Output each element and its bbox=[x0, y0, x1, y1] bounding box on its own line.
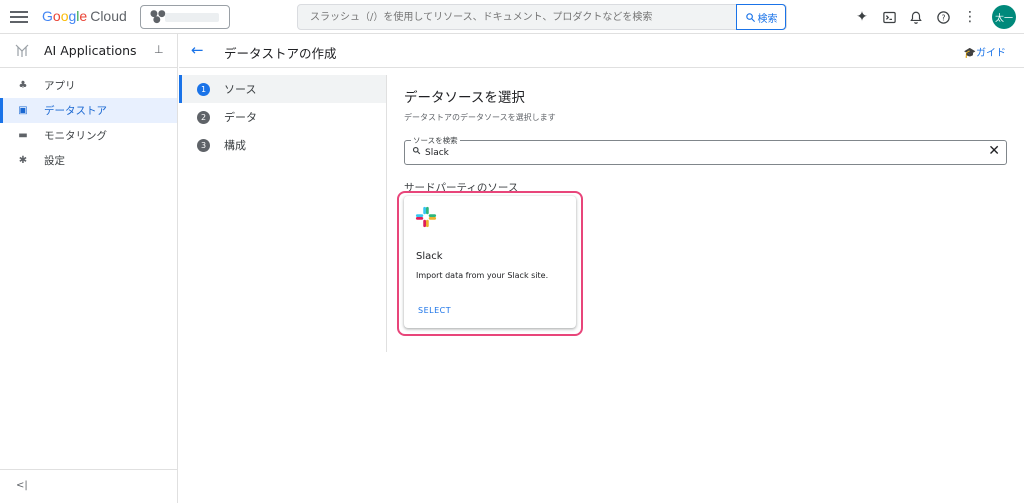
step-number: 1 bbox=[197, 82, 210, 96]
sidebar-item-monitoring[interactable]: ▬ モニタリング bbox=[0, 123, 177, 148]
avatar[interactable]: 太一 bbox=[992, 5, 1016, 29]
step-number: 2 bbox=[197, 110, 210, 124]
slack-source-card[interactable]: Slack Import data from your Slack site. … bbox=[404, 196, 576, 328]
ai-applications-icon bbox=[15, 44, 29, 57]
step-label: データ bbox=[224, 111, 257, 124]
section-subheading: データストアのデータソースを選択します bbox=[404, 113, 556, 122]
apps-icon: ♣ bbox=[18, 80, 28, 91]
source-search-input[interactable] bbox=[425, 144, 965, 162]
collapse-sidebar-icon[interactable]: <| bbox=[16, 480, 28, 491]
hamburger-menu-icon[interactable] bbox=[10, 8, 28, 26]
search-button[interactable]: 検索 bbox=[736, 4, 786, 30]
sidebar-item-settings[interactable]: ✱ 設定 bbox=[0, 148, 177, 173]
sidebar-item-label: アプリ bbox=[44, 80, 76, 92]
page-title: データストアの作成 bbox=[224, 46, 337, 61]
sidebar-item-label: 設定 bbox=[44, 155, 65, 167]
slack-logo-icon bbox=[415, 206, 437, 228]
sidebar-item-datastore[interactable]: ▣ データストア bbox=[0, 98, 177, 123]
step-label: ソース bbox=[224, 83, 257, 96]
sidebar-item-label: データストア bbox=[44, 105, 107, 117]
select-button[interactable]: SELECT bbox=[418, 306, 451, 315]
datastore-icon: ▣ bbox=[18, 105, 28, 116]
project-name-redacted bbox=[165, 13, 219, 22]
gear-icon: ✱ bbox=[18, 155, 28, 166]
gemini-sparkle-icon[interactable]: ✦ bbox=[853, 8, 871, 26]
google-cloud-logo[interactable]: Google Cloud bbox=[42, 8, 127, 24]
notifications-bell-icon[interactable] bbox=[907, 8, 925, 26]
help-icon[interactable]: ? bbox=[934, 8, 952, 26]
step-config[interactable]: 3 構成 bbox=[179, 131, 386, 159]
sidebar-header: AI Applications ⊥ bbox=[0, 34, 177, 68]
card-title: Slack bbox=[416, 251, 443, 262]
section-heading: データソースを選択 bbox=[404, 90, 525, 106]
svg-text:?: ? bbox=[941, 13, 945, 22]
project-icon: ●● ● bbox=[150, 9, 166, 25]
search-icon bbox=[412, 146, 421, 158]
product-title: AI Applications bbox=[44, 43, 137, 58]
page-header: ← データストアの作成 🎓ガイド bbox=[179, 34, 1024, 68]
sidebar-item-apps[interactable]: ♣ アプリ bbox=[0, 73, 177, 98]
source-search-field: ソースを検索 ✕ bbox=[404, 135, 1007, 165]
sidebar-collapse: <| bbox=[0, 469, 178, 503]
top-actions: ✦ ? ⋮ 太一 bbox=[853, 5, 1016, 29]
guide-link[interactable]: 🎓ガイド bbox=[964, 44, 1006, 59]
main-content: データソースを選択 データストアのデータソースを選択します ソースを検索 ✕ サ… bbox=[404, 86, 1014, 195]
step-data[interactable]: 2 データ bbox=[179, 103, 386, 131]
card-description: Import data from your Slack site. bbox=[416, 271, 549, 280]
step-source[interactable]: 1 ソース bbox=[179, 75, 386, 103]
stepper: 1 ソース 2 データ 3 構成 bbox=[179, 75, 387, 352]
back-arrow-icon[interactable]: ← bbox=[191, 41, 204, 59]
top-bar: GoogleCloud ●● ● 検索 ✦ ? ⋮ 太一 bbox=[0, 0, 1024, 34]
monitoring-icon: ▬ bbox=[18, 130, 28, 141]
step-label: 構成 bbox=[224, 139, 246, 152]
step-number: 3 bbox=[197, 138, 210, 152]
sidebar-item-label: モニタリング bbox=[44, 130, 107, 142]
cloud-shell-icon[interactable] bbox=[880, 8, 898, 26]
project-picker[interactable]: ●● ● bbox=[140, 5, 230, 29]
global-search: 検索 bbox=[297, 4, 787, 30]
pin-icon[interactable]: ⊥ bbox=[154, 43, 164, 56]
sidebar: AI Applications ⊥ ♣ アプリ ▣ データストア ▬ モニタリン… bbox=[0, 34, 178, 503]
search-input[interactable] bbox=[298, 5, 738, 29]
close-icon[interactable]: ✕ bbox=[988, 143, 1000, 159]
search-icon bbox=[745, 12, 755, 22]
more-vert-icon[interactable]: ⋮ bbox=[961, 8, 979, 26]
